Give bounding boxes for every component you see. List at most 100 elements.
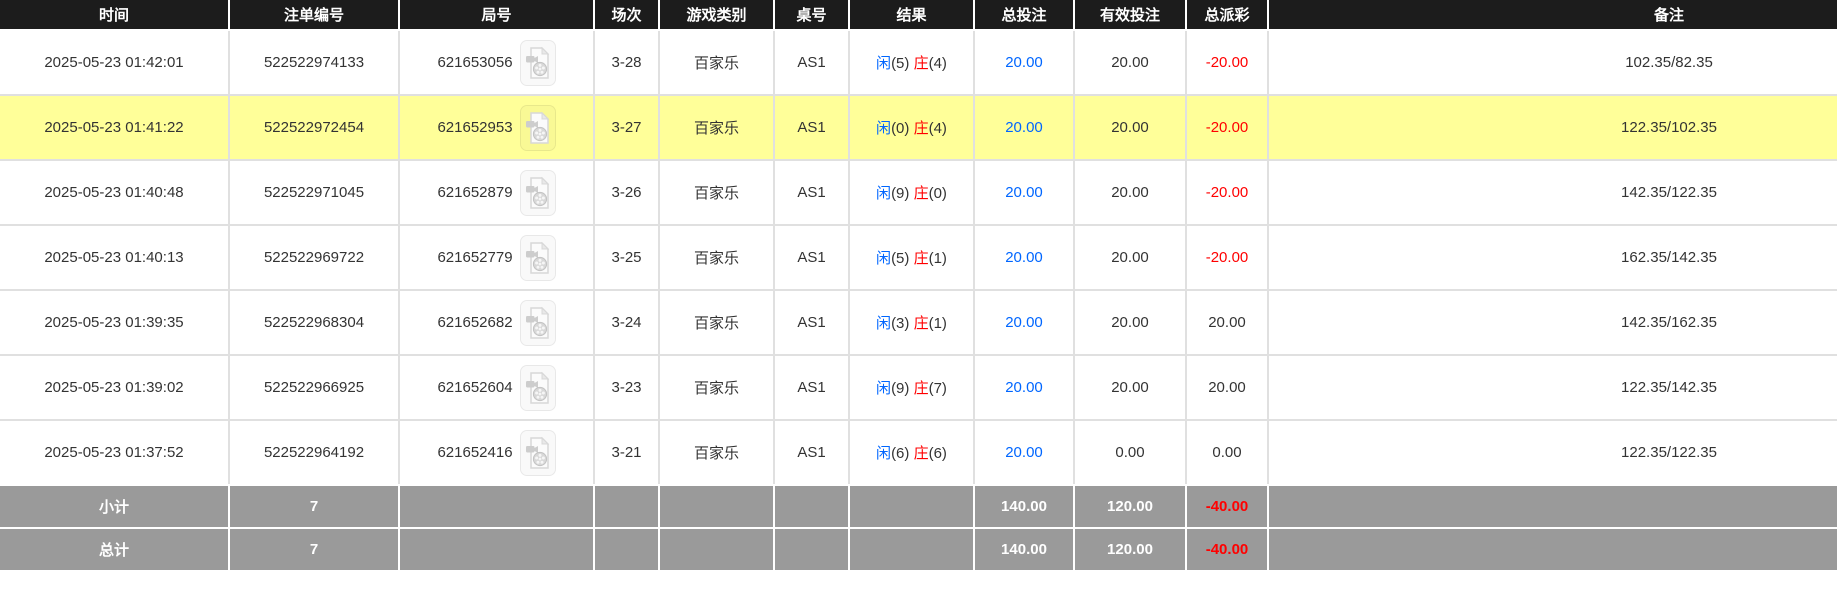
round-no-cell: 621652953 (399, 95, 594, 160)
total-bet-cell: 20.00 (974, 160, 1074, 225)
col-header-table-no: 桌号 (774, 0, 849, 30)
time-cell: 2025-05-23 01:40:48 (0, 160, 229, 225)
video-file-icon (525, 111, 551, 145)
col-header-payout: 总派彩 (1186, 0, 1268, 30)
subtotal-payout: -40.00 (1186, 485, 1268, 528)
col-header-session: 场次 (594, 0, 659, 30)
col-header-valid-bet: 有效投注 (1074, 0, 1186, 30)
video-file-icon (525, 241, 551, 275)
col-header-remark: 备注 (1268, 0, 1837, 30)
valid-bet-cell: 20.00 (1074, 30, 1186, 95)
total-label: 总计 (0, 528, 229, 571)
video-replay-button[interactable] (520, 365, 556, 411)
result-banker-points: (1) (929, 315, 947, 332)
total-bet-cell: 20.00 (974, 95, 1074, 160)
video-file-icon (525, 436, 551, 470)
time-cell: 2025-05-23 01:40:13 (0, 225, 229, 290)
result-player-points: (3) (891, 315, 909, 332)
bet-no-cell: 522522974133 (229, 30, 399, 95)
video-replay-button[interactable] (520, 170, 556, 216)
result-cell: 闲(3) 庄(1) (849, 290, 974, 355)
col-header-round-no: 局号 (399, 0, 594, 30)
time-cell: 2025-05-23 01:39:35 (0, 290, 229, 355)
valid-bet-cell: 20.00 (1074, 225, 1186, 290)
round-no-value: 621652604 (437, 379, 512, 396)
result-cell: 闲(5) 庄(4) (849, 30, 974, 95)
time-cell: 2025-05-23 01:42:01 (0, 30, 229, 95)
video-file-icon (525, 176, 551, 210)
bet-records-table: 时间 注单编号 局号 场次 游戏类别 桌号 结果 总投注 有效投注 总派彩 备注… (0, 0, 1837, 572)
video-file-icon (525, 46, 551, 80)
remark-cell: 122.35/142.35 (1268, 355, 1837, 420)
subtotal-row: 小计 7 140.00 120.00 -40.00 (0, 485, 1837, 528)
result-player-label: 闲 (876, 120, 891, 137)
result-player-label: 闲 (876, 445, 891, 462)
table-row: 2025-05-23 01:42:01 522522974133 6216530… (0, 30, 1837, 95)
remark-cell: 142.35/162.35 (1268, 290, 1837, 355)
round-no-cell: 621652879 (399, 160, 594, 225)
game-type-cell: 百家乐 (659, 225, 774, 290)
bet-no-cell: 522522966925 (229, 355, 399, 420)
table-row: 2025-05-23 01:37:52 522522964192 6216524… (0, 420, 1837, 485)
result-banker-label: 庄 (914, 315, 929, 332)
game-type-cell: 百家乐 (659, 160, 774, 225)
result-cell: 闲(0) 庄(4) (849, 95, 974, 160)
payout-cell: -20.00 (1186, 95, 1268, 160)
remark-cell: 102.35/82.35 (1268, 30, 1837, 95)
result-banker-points: (1) (929, 250, 947, 267)
round-no-value: 621652682 (437, 314, 512, 331)
video-replay-button[interactable] (520, 105, 556, 151)
result-banker-label: 庄 (914, 445, 929, 462)
total-bet-cell: 20.00 (974, 355, 1074, 420)
time-cell: 2025-05-23 01:37:52 (0, 420, 229, 485)
subtotal-total-bet: 140.00 (974, 485, 1074, 528)
subtotal-count: 7 (229, 485, 399, 528)
result-player-points: (9) (891, 185, 909, 202)
session-cell: 3-27 (594, 95, 659, 160)
payout-cell: 20.00 (1186, 290, 1268, 355)
video-replay-button[interactable] (520, 40, 556, 86)
round-no-cell: 621652604 (399, 355, 594, 420)
bet-no-cell: 522522969722 (229, 225, 399, 290)
table-no-cell: AS1 (774, 225, 849, 290)
table-row: 2025-05-23 01:40:13 522522969722 6216527… (0, 225, 1837, 290)
result-player-points: (5) (891, 55, 909, 72)
result-cell: 闲(9) 庄(0) (849, 160, 974, 225)
result-banker-label: 庄 (914, 380, 929, 397)
result-player-label: 闲 (876, 380, 891, 397)
result-player-points: (9) (891, 380, 909, 397)
result-cell: 闲(6) 庄(6) (849, 420, 974, 485)
header-row: 时间 注单编号 局号 场次 游戏类别 桌号 结果 总投注 有效投注 总派彩 备注 (0, 0, 1837, 30)
result-banker-points: (7) (929, 380, 947, 397)
col-header-bet-no: 注单编号 (229, 0, 399, 30)
result-banker-points: (4) (929, 120, 947, 137)
video-replay-button[interactable] (520, 300, 556, 346)
round-no-value: 621653056 (437, 54, 512, 71)
table-row: 2025-05-23 01:39:35 522522968304 6216526… (0, 290, 1837, 355)
payout-cell: -20.00 (1186, 160, 1268, 225)
table-no-cell: AS1 (774, 95, 849, 160)
result-player-points: (0) (891, 120, 909, 137)
bet-no-cell: 522522968304 (229, 290, 399, 355)
col-header-game-type: 游戏类别 (659, 0, 774, 30)
session-cell: 3-21 (594, 420, 659, 485)
time-cell: 2025-05-23 01:39:02 (0, 355, 229, 420)
subtotal-label: 小计 (0, 485, 229, 528)
result-banker-points: (0) (929, 185, 947, 202)
remark-cell: 122.35/102.35 (1268, 95, 1837, 160)
table-no-cell: AS1 (774, 30, 849, 95)
valid-bet-cell: 20.00 (1074, 95, 1186, 160)
round-no-value: 621652416 (437, 444, 512, 461)
valid-bet-cell: 20.00 (1074, 355, 1186, 420)
session-cell: 3-26 (594, 160, 659, 225)
table-no-cell: AS1 (774, 355, 849, 420)
table-body: 2025-05-23 01:42:01 522522974133 6216530… (0, 30, 1837, 485)
result-banker-label: 庄 (914, 185, 929, 202)
table-header: 时间 注单编号 局号 场次 游戏类别 桌号 结果 总投注 有效投注 总派彩 备注 (0, 0, 1837, 30)
round-no-value: 621652779 (437, 249, 512, 266)
video-replay-button[interactable] (520, 430, 556, 476)
valid-bet-cell: 20.00 (1074, 290, 1186, 355)
total-row: 总计 7 140.00 120.00 -40.00 (0, 528, 1837, 571)
video-replay-button[interactable] (520, 235, 556, 281)
table-row: 2025-05-23 01:39:02 522522966925 6216526… (0, 355, 1837, 420)
